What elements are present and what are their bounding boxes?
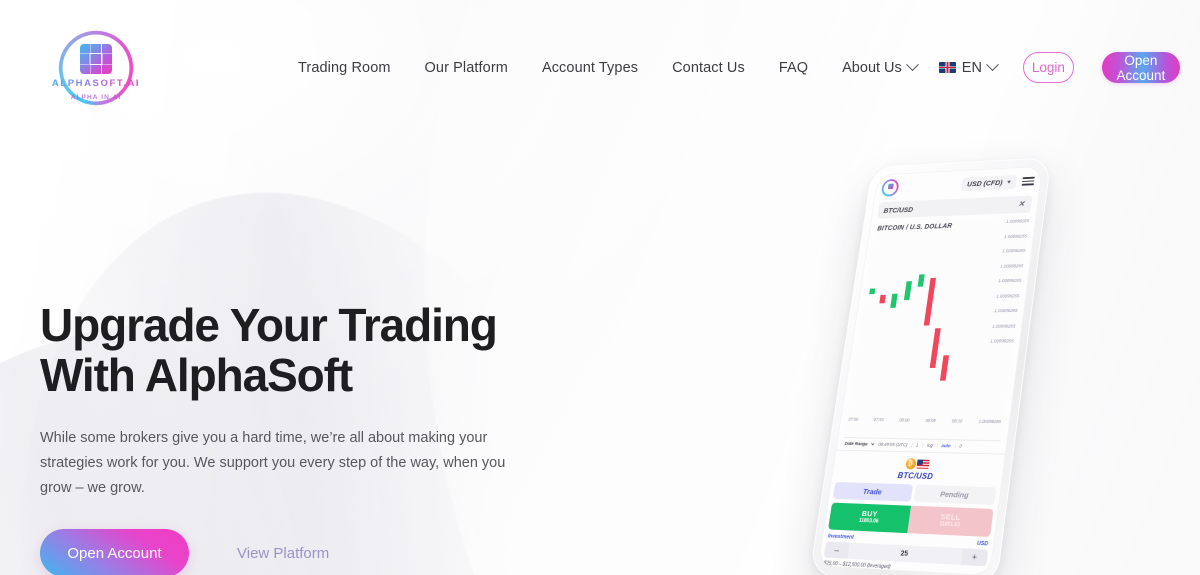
stepper-increment-button[interactable]: +	[960, 548, 989, 567]
chevron-down-icon	[986, 58, 999, 72]
tab-pending[interactable]: Pending	[913, 484, 997, 505]
phone-screen: USD (CFD) BTC/USD ✕ BITCOIN / U.S. DOLLA…	[817, 166, 1043, 575]
time-tick-label: 08:00	[899, 417, 910, 423]
chevron-down-icon	[905, 58, 919, 72]
price-chart: BITCOIN / U.S. DOLLAR 1.00098265 1.000982…	[843, 216, 1030, 441]
time-tick-label: 07:50	[848, 416, 859, 422]
divider: |	[921, 442, 924, 448]
login-button[interactable]: Login	[1022, 52, 1074, 83]
nav-item-account-types[interactable]: Account Types	[542, 60, 638, 76]
tab-trade[interactable]: Trade	[832, 481, 913, 502]
phone-mockup: USD (CFD) BTC/USD ✕ BITCOIN / U.S. DOLLA…	[760, 110, 1200, 575]
candle-down	[940, 355, 950, 381]
currency-selector[interactable]: USD (CFD)	[960, 174, 1018, 192]
divider: |	[954, 443, 956, 449]
hero-actions: Open Account View Platform	[40, 529, 560, 575]
hero-section: Upgrade Your Trading With AlphaSoft Whil…	[40, 300, 560, 575]
chart-interval[interactable]: 1	[916, 443, 919, 448]
chart-auto-toggle[interactable]: auto	[941, 443, 951, 448]
logo-chip-icon	[80, 43, 112, 74]
hero-title-line-2: With AlphaSoft	[40, 349, 353, 402]
candle-up	[869, 288, 876, 295]
price-tick-label: 1.00098265	[994, 307, 1018, 314]
hero-paragraph: While some brokers give you a hard time,…	[40, 430, 506, 497]
fullscreen-icon[interactable]: ✕	[1018, 200, 1027, 209]
price-tick-label: 1.00098265	[1006, 218, 1030, 224]
phone-device: USD (CFD) BTC/USD ✕ BITCOIN / U.S. DOLLA…	[809, 157, 1052, 575]
candle-up	[917, 274, 925, 287]
language-code: EN	[961, 59, 982, 76]
nav-item-about-us-label: About Us	[842, 59, 902, 76]
buy-button[interactable]: BUY 11803.06	[828, 502, 912, 534]
time-tick-label: 08:10	[951, 418, 963, 424]
sell-price: 11801.53	[938, 521, 961, 529]
app-logo-icon	[880, 178, 900, 197]
language-selector[interactable]: EN	[938, 58, 999, 76]
time-tick-label: 07:55	[873, 417, 885, 423]
time-tick-label: 08:05	[925, 417, 937, 424]
time-tick-label: 1.00098265	[978, 418, 1002, 425]
price-tick-label: 1.00098265	[1004, 233, 1028, 239]
logo-wordmark: ALPHASOFT.AI	[44, 78, 148, 89]
uk-flag-icon	[938, 62, 956, 73]
nav-item-our-platform[interactable]: Our Platform	[425, 60, 508, 76]
investment-label: Investment	[827, 533, 855, 541]
view-platform-link[interactable]: View Platform	[237, 545, 329, 562]
open-account-button-hero[interactable]: Open Account	[40, 529, 189, 575]
divider: |	[910, 442, 913, 448]
nav-item-faq[interactable]: FAQ	[779, 60, 808, 76]
logo-tagline: ALPHA IN AI	[70, 93, 122, 101]
symbol-search-value: BTC/USD	[883, 204, 914, 215]
primary-navigation: Trading Room Our Platform Account Types …	[298, 58, 919, 76]
date-range-label[interactable]: Date Range	[844, 441, 868, 446]
price-tick-label: 1.00098265	[998, 277, 1022, 284]
price-tick-label: 1.00098265	[990, 338, 1014, 344]
nav-item-about-us[interactable]: About Us	[842, 58, 919, 76]
investment-currency: USD	[976, 540, 989, 548]
price-tick-label: 1.00098265	[996, 292, 1020, 299]
investment-range-text: $25.00 – $12,500.00 (leveraged)	[823, 560, 892, 571]
us-flag-icon	[915, 459, 930, 469]
candle-up	[903, 281, 912, 300]
buy-price: 11803.06	[858, 517, 879, 525]
landing-page: ALPHASOFT.AI ALPHA IN AI Trading Room Ou…	[0, 0, 1200, 575]
price-tick-label: 1.00098265	[992, 323, 1016, 329]
currency-selector-value: USD (CFD)	[966, 178, 1004, 189]
stepper-decrement-button[interactable]: –	[823, 541, 850, 559]
candle-up	[890, 293, 899, 308]
candle-down	[929, 327, 942, 368]
candlestick-series	[856, 271, 981, 383]
candle-down	[923, 277, 937, 326]
open-account-button-header[interactable]: Open Account	[1101, 52, 1180, 83]
chevron-down-icon	[870, 443, 875, 446]
time-axis: 07:50 07:55 08:00 08:05 08:10 1.00098265	[848, 417, 1001, 424]
price-tick-label: 1.00098265	[1002, 247, 1026, 254]
chart-clock: 08:49:55 (UTC)	[878, 441, 908, 448]
price-axis: 1.00098265 1.00098265 1.00098265 1.00098265…	[990, 218, 1029, 343]
brand-logo[interactable]: ALPHASOFT.AI ALPHA IN AI	[44, 15, 148, 120]
bitcoin-icon: ₿	[904, 458, 917, 470]
hamburger-menu-icon[interactable]	[1021, 176, 1035, 186]
price-tick-label: 1.00098265	[1000, 262, 1024, 269]
divider: |	[936, 442, 939, 449]
chart-extra: 0	[959, 443, 963, 449]
hero-title-line-1: Upgrade Your Trading	[40, 299, 498, 351]
chevron-down-icon	[1006, 180, 1012, 184]
nav-item-trading-room[interactable]: Trading Room	[298, 60, 391, 76]
candle-down	[879, 294, 887, 304]
nav-item-contact-us[interactable]: Contact Us	[672, 60, 745, 76]
chart-scale[interactable]: log	[927, 443, 933, 448]
hero-title: Upgrade Your Trading With AlphaSoft	[40, 300, 560, 400]
sell-button[interactable]: SELL 11801.53	[907, 505, 994, 538]
site-header: ALPHASOFT.AI ALPHA IN AI Trading Room Ou…	[0, 0, 1200, 135]
